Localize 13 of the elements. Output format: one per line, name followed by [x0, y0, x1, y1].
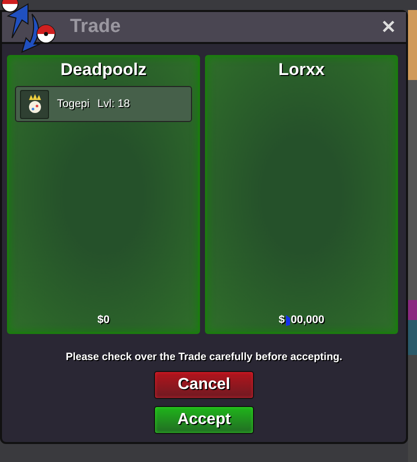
- accept-button[interactable]: Accept: [154, 406, 254, 434]
- window-title: Trade: [70, 16, 122, 38]
- cancel-button[interactable]: Cancel: [154, 371, 254, 399]
- trade-item[interactable]: Togepi Lvl: 18: [15, 86, 192, 122]
- close-button[interactable]: ✕: [377, 16, 400, 38]
- money-amount: 00,000: [290, 314, 324, 326]
- player-name: Lorxx: [278, 60, 325, 80]
- item-level: Lvl: 18: [97, 98, 130, 110]
- trade-notice: Please check over the Trade carefully before accepting.: [64, 351, 344, 363]
- player-name: Deadpoolz: [60, 60, 146, 80]
- money-amount: $0: [97, 314, 110, 326]
- money-amount: $: [278, 314, 285, 326]
- item-name: Togepi: [57, 98, 90, 110]
